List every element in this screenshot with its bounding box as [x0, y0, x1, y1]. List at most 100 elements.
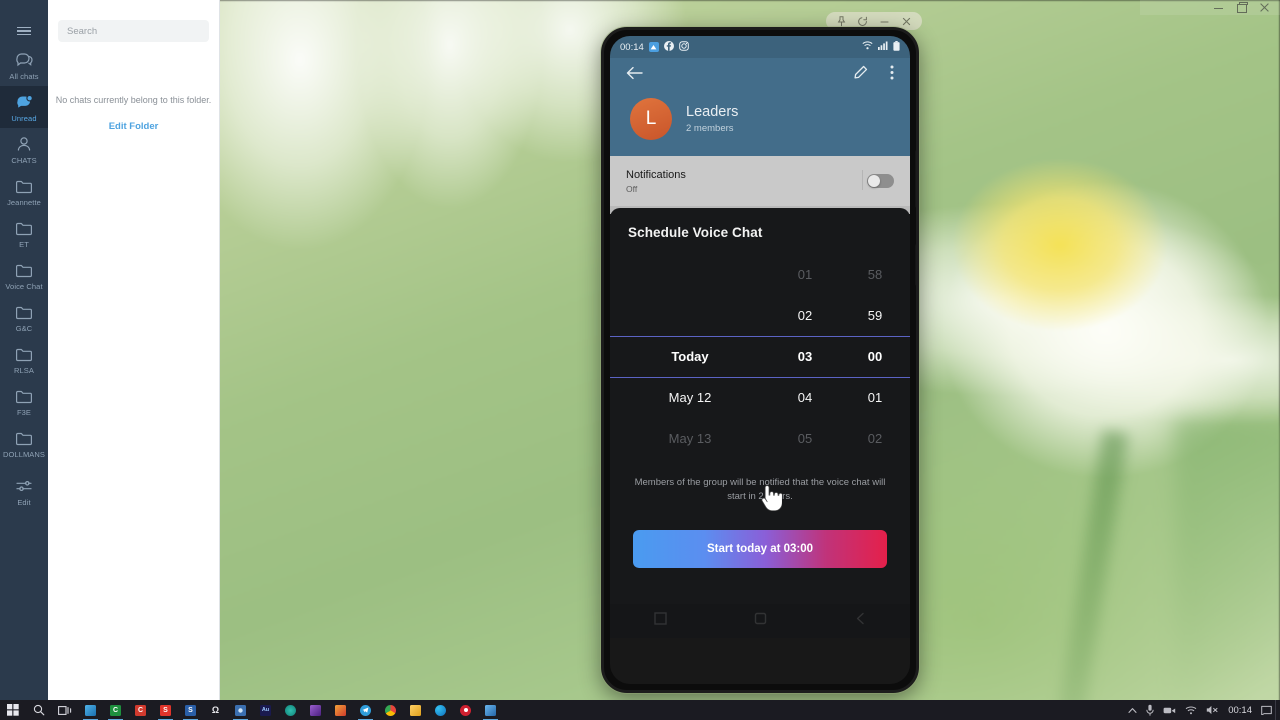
folder-icon	[15, 345, 33, 363]
wifi-icon[interactable]	[1185, 706, 1197, 715]
sidebar-item-edit[interactable]: Edit	[0, 470, 48, 512]
picker-date-cell[interactable]	[610, 295, 770, 336]
app-blue-icon	[648, 42, 659, 52]
start-voice-chat-button[interactable]: Start today at 03:00	[633, 530, 887, 568]
taskbar-app-file-explorer[interactable]	[403, 700, 428, 720]
folder-icon	[15, 177, 33, 195]
edit-folder-link[interactable]: Edit Folder	[48, 121, 219, 132]
recents-icon[interactable]	[653, 612, 667, 630]
sidebar-item-dollmans[interactable]: DOLLMANS	[0, 422, 48, 464]
picker-hour-cell[interactable]: 04	[770, 377, 840, 418]
back-icon[interactable]	[854, 612, 867, 630]
sliders-icon	[15, 477, 33, 495]
picker-minute-cell[interactable]: 01	[840, 377, 910, 418]
status-bar-clock: 00:14	[620, 41, 644, 53]
taskbar-app-green-c[interactable]: C	[103, 700, 128, 720]
taskbar-app-audition[interactable]: Au	[253, 700, 278, 720]
home-icon[interactable]	[754, 612, 767, 630]
picker-date-cell[interactable]	[610, 254, 770, 295]
taskbar-app-edge[interactable]	[428, 700, 453, 720]
start-button-label: Start today at 03:00	[706, 543, 814, 555]
sidebar-item-chats[interactable]: CHATS	[0, 128, 48, 170]
notifications-toggle[interactable]	[867, 174, 894, 188]
picker-date-cell[interactable]: May 12	[610, 377, 770, 418]
close-icon[interactable]	[1259, 2, 1270, 13]
picker-hour-cell[interactable]: 01	[770, 254, 840, 295]
taskbar-app-chrome[interactable]	[378, 700, 403, 720]
hamburger-menu-icon[interactable]	[0, 18, 48, 44]
volume-muted-icon[interactable]	[1206, 705, 1219, 715]
sidebar-item-jeannette[interactable]: Jeannette	[0, 170, 48, 212]
picker-minute-cell[interactable]: 02	[840, 418, 910, 459]
taskbar-app-blue-s[interactable]: S	[178, 700, 203, 720]
microphone-icon[interactable]	[1146, 704, 1154, 716]
notifications-label: Notifications	[626, 168, 686, 181]
picker-hour-cell[interactable]: 05	[770, 418, 840, 459]
sidebar-item-unread[interactable]: Unread	[0, 86, 48, 128]
taskbar-clock[interactable]: 00:14	[1228, 705, 1252, 716]
taskbar-app-omega[interactable]: Ω	[203, 700, 228, 720]
picker-hour-cell[interactable]: 02	[770, 295, 840, 336]
picker-date-cell[interactable]: May 13	[610, 418, 770, 459]
minimize-icon[interactable]	[879, 16, 890, 27]
taskbar-app-orange-pdf[interactable]	[328, 700, 353, 720]
maximize-icon[interactable]	[1236, 2, 1248, 13]
datetime-picker[interactable]: 01 58 02 59 Today 03 00 May 12 04 01 May…	[610, 254, 910, 466]
sidebar-item-all-chats[interactable]: All chats	[0, 44, 48, 86]
notification-center-icon[interactable]	[1261, 705, 1272, 715]
sidebar-item-rlsa[interactable]: RLSA	[0, 338, 48, 380]
search-input[interactable]: Search	[58, 20, 209, 42]
folder-icon	[15, 219, 33, 237]
windows-start-icon[interactable]	[0, 700, 26, 720]
folder-icon	[15, 261, 33, 279]
person-icon	[15, 135, 33, 153]
window-controls	[1140, 0, 1280, 15]
taskbar-app-blue-gear[interactable]	[228, 700, 253, 720]
telegram-folder-rail: All chats Unread CHATS Jeannette ET Voic…	[0, 0, 48, 700]
picker-minute-cell[interactable]: 59	[840, 295, 910, 336]
notifications-row[interactable]: Notifications Off	[610, 156, 910, 206]
sidebar-item-f3e[interactable]: F3E	[0, 380, 48, 422]
phone-volume-button[interactable]	[915, 150, 916, 208]
taskbar-app-red-s[interactable]: S	[153, 700, 178, 720]
sidebar-item-voice-chat[interactable]: Voice Chat	[0, 254, 48, 296]
taskbar-app-blue-mountain[interactable]	[78, 700, 103, 720]
sidebar-item-et[interactable]: ET	[0, 212, 48, 254]
show-desktop-divider[interactable]	[1275, 700, 1276, 720]
webcam-icon[interactable]	[1163, 706, 1176, 715]
picker-minute-cell[interactable]: 58	[840, 254, 910, 295]
sidebar-item-label: Voice Chat	[5, 282, 43, 291]
more-vertical-icon[interactable]	[890, 65, 894, 85]
picker-minute-selected[interactable]: 00	[840, 336, 910, 377]
task-view-icon[interactable]	[52, 700, 78, 720]
taskbar-app-teal-circle[interactable]	[278, 700, 303, 720]
taskbar-app-red-c[interactable]: C	[128, 700, 153, 720]
close-icon[interactable]	[901, 16, 912, 27]
toggle-knob	[868, 175, 880, 187]
picker-date-selected[interactable]: Today	[610, 336, 770, 377]
picker-hour-selected[interactable]: 03	[770, 336, 840, 377]
taskbar-app-telegram[interactable]	[353, 700, 378, 720]
chats-bubble-icon	[15, 51, 34, 69]
search-placeholder: Search	[67, 25, 98, 37]
search-icon[interactable]	[26, 700, 52, 720]
group-member-count: 2 members	[686, 123, 734, 134]
minimize-icon[interactable]	[1213, 2, 1224, 13]
sidebar-item-gc[interactable]: G&C	[0, 296, 48, 338]
pencil-edit-icon[interactable]	[853, 65, 868, 85]
schedule-note: Members of the group will be notified th…	[634, 477, 886, 502]
telegram-chat-list-pane: Search No chats currently belong to this…	[48, 0, 220, 700]
sidebar-item-label: Unread	[11, 114, 37, 123]
taskbar-app-record-red[interactable]	[453, 700, 478, 720]
sidebar-item-label: Edit	[17, 498, 31, 507]
show-hidden-icons-chevron[interactable]	[1128, 707, 1137, 714]
taskbar-app-purple[interactable]	[303, 700, 328, 720]
pin-icon[interactable]	[837, 15, 846, 27]
android-status-bar: 00:14	[610, 36, 910, 58]
back-arrow-icon[interactable]	[626, 66, 643, 85]
group-avatar[interactable]: L	[630, 98, 672, 140]
taskbar-app-blue-mirror[interactable]	[478, 700, 503, 720]
rotate-history-icon[interactable]	[857, 16, 868, 27]
sidebar-item-label: CHATS	[11, 156, 37, 165]
phone-power-button[interactable]	[915, 244, 916, 286]
